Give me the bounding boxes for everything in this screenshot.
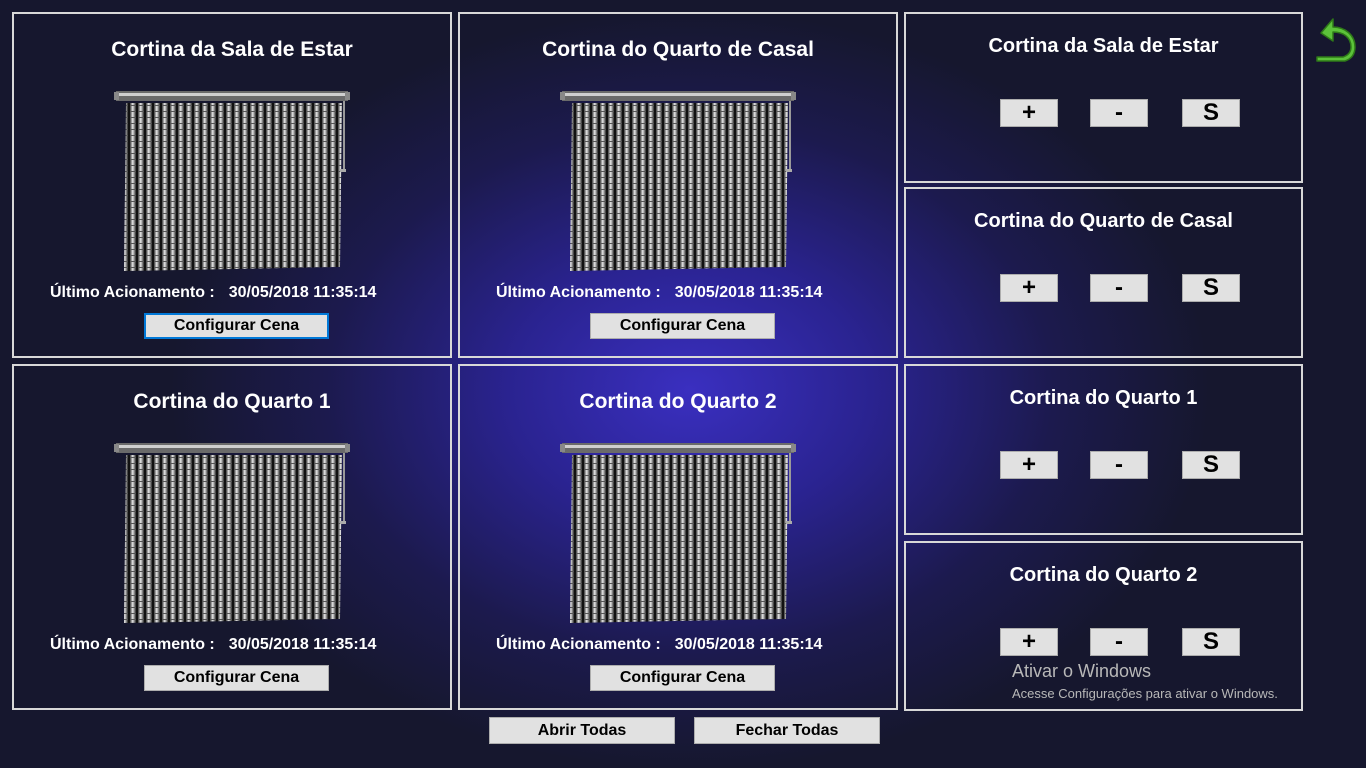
panel-title: Cortina do Quarto 1 — [1009, 387, 1198, 409]
curtain-image — [560, 441, 796, 627]
last-activation-label: Último Acionamento : — [496, 284, 661, 301]
last-activation: Último Acionamento : 30/05/2018 11:35:14 — [50, 284, 376, 302]
open-button[interactable]: + — [1000, 451, 1058, 479]
last-activation: Último Acionamento : 30/05/2018 11:35:14 — [496, 636, 822, 654]
configure-scene-button[interactable]: Configurar Cena — [590, 665, 775, 691]
stop-button[interactable]: S — [1182, 628, 1240, 656]
close-button[interactable]: - — [1090, 451, 1148, 479]
curtain-panel-sala-estar: Cortina da Sala de Estar Último Acioname… — [12, 12, 452, 358]
panel-title: Cortina do Quarto 1 — [133, 390, 331, 413]
last-activation-value: 30/05/2018 11:35:14 — [674, 636, 823, 653]
activation-watermark-subtitle: Acesse Configurações para ativar o Windo… — [1012, 686, 1278, 701]
close-button[interactable]: - — [1090, 628, 1148, 656]
curtain-panel-quarto-1: Cortina do Quarto 1 Último Acionamento :… — [12, 364, 452, 710]
close-button[interactable]: - — [1090, 99, 1148, 127]
last-activation-value: 30/05/2018 11:35:14 — [228, 284, 377, 301]
last-activation-label: Último Acionamento : — [50, 636, 215, 653]
stop-button[interactable]: S — [1182, 274, 1240, 302]
configure-scene-button[interactable]: Configurar Cena — [590, 313, 775, 339]
stop-button[interactable]: S — [1182, 451, 1240, 479]
control-panel-quarto-1: Cortina do Quarto 1 + - S — [904, 364, 1303, 535]
last-activation-value: 30/05/2018 11:35:14 — [228, 636, 377, 653]
control-panel-quarto-casal: Cortina do Quarto de Casal + - S — [904, 187, 1303, 358]
stop-button[interactable]: S — [1182, 99, 1240, 127]
activation-watermark-title: Ativar o Windows — [1012, 661, 1152, 681]
configure-scene-button[interactable]: Configurar Cena — [144, 313, 329, 339]
open-button[interactable]: + — [1000, 274, 1058, 302]
panel-title: Cortina do Quarto 2 — [579, 390, 777, 413]
panel-title: Cortina do Quarto 2 — [1009, 564, 1198, 586]
open-button[interactable]: + — [1000, 628, 1058, 656]
curtain-image — [114, 89, 350, 275]
panel-title: Cortina do Quarto de Casal — [974, 210, 1233, 232]
panel-title: Cortina da Sala de Estar — [111, 38, 353, 61]
control-panel-sala-estar: Cortina da Sala de Estar + - S — [904, 12, 1303, 183]
last-activation-value: 30/05/2018 11:35:14 — [674, 284, 823, 301]
panel-title: Cortina do Quarto de Casal — [542, 38, 814, 61]
last-activation: Último Acionamento : 30/05/2018 11:35:14 — [496, 284, 822, 302]
panel-title: Cortina da Sala de Estar — [988, 35, 1219, 57]
open-button[interactable]: + — [1000, 99, 1058, 127]
curtain-image — [560, 89, 796, 275]
curtain-panel-quarto-2: Cortina do Quarto 2 Último Acionamento :… — [458, 364, 898, 710]
last-activation-label: Último Acionamento : — [496, 636, 661, 653]
configure-scene-button[interactable]: Configurar Cena — [144, 665, 329, 691]
curtain-image — [114, 441, 350, 627]
close-button[interactable]: - — [1090, 274, 1148, 302]
last-activation: Último Acionamento : 30/05/2018 11:35:14 — [50, 636, 376, 654]
close-all-button[interactable]: Fechar Todas — [694, 717, 880, 744]
last-activation-label: Último Acionamento : — [50, 284, 215, 301]
curtain-panel-quarto-casal: Cortina do Quarto de Casal Último Aciona… — [458, 12, 898, 358]
back-arrow-icon[interactable] — [1309, 11, 1359, 63]
open-all-button[interactable]: Abrir Todas — [489, 717, 675, 744]
